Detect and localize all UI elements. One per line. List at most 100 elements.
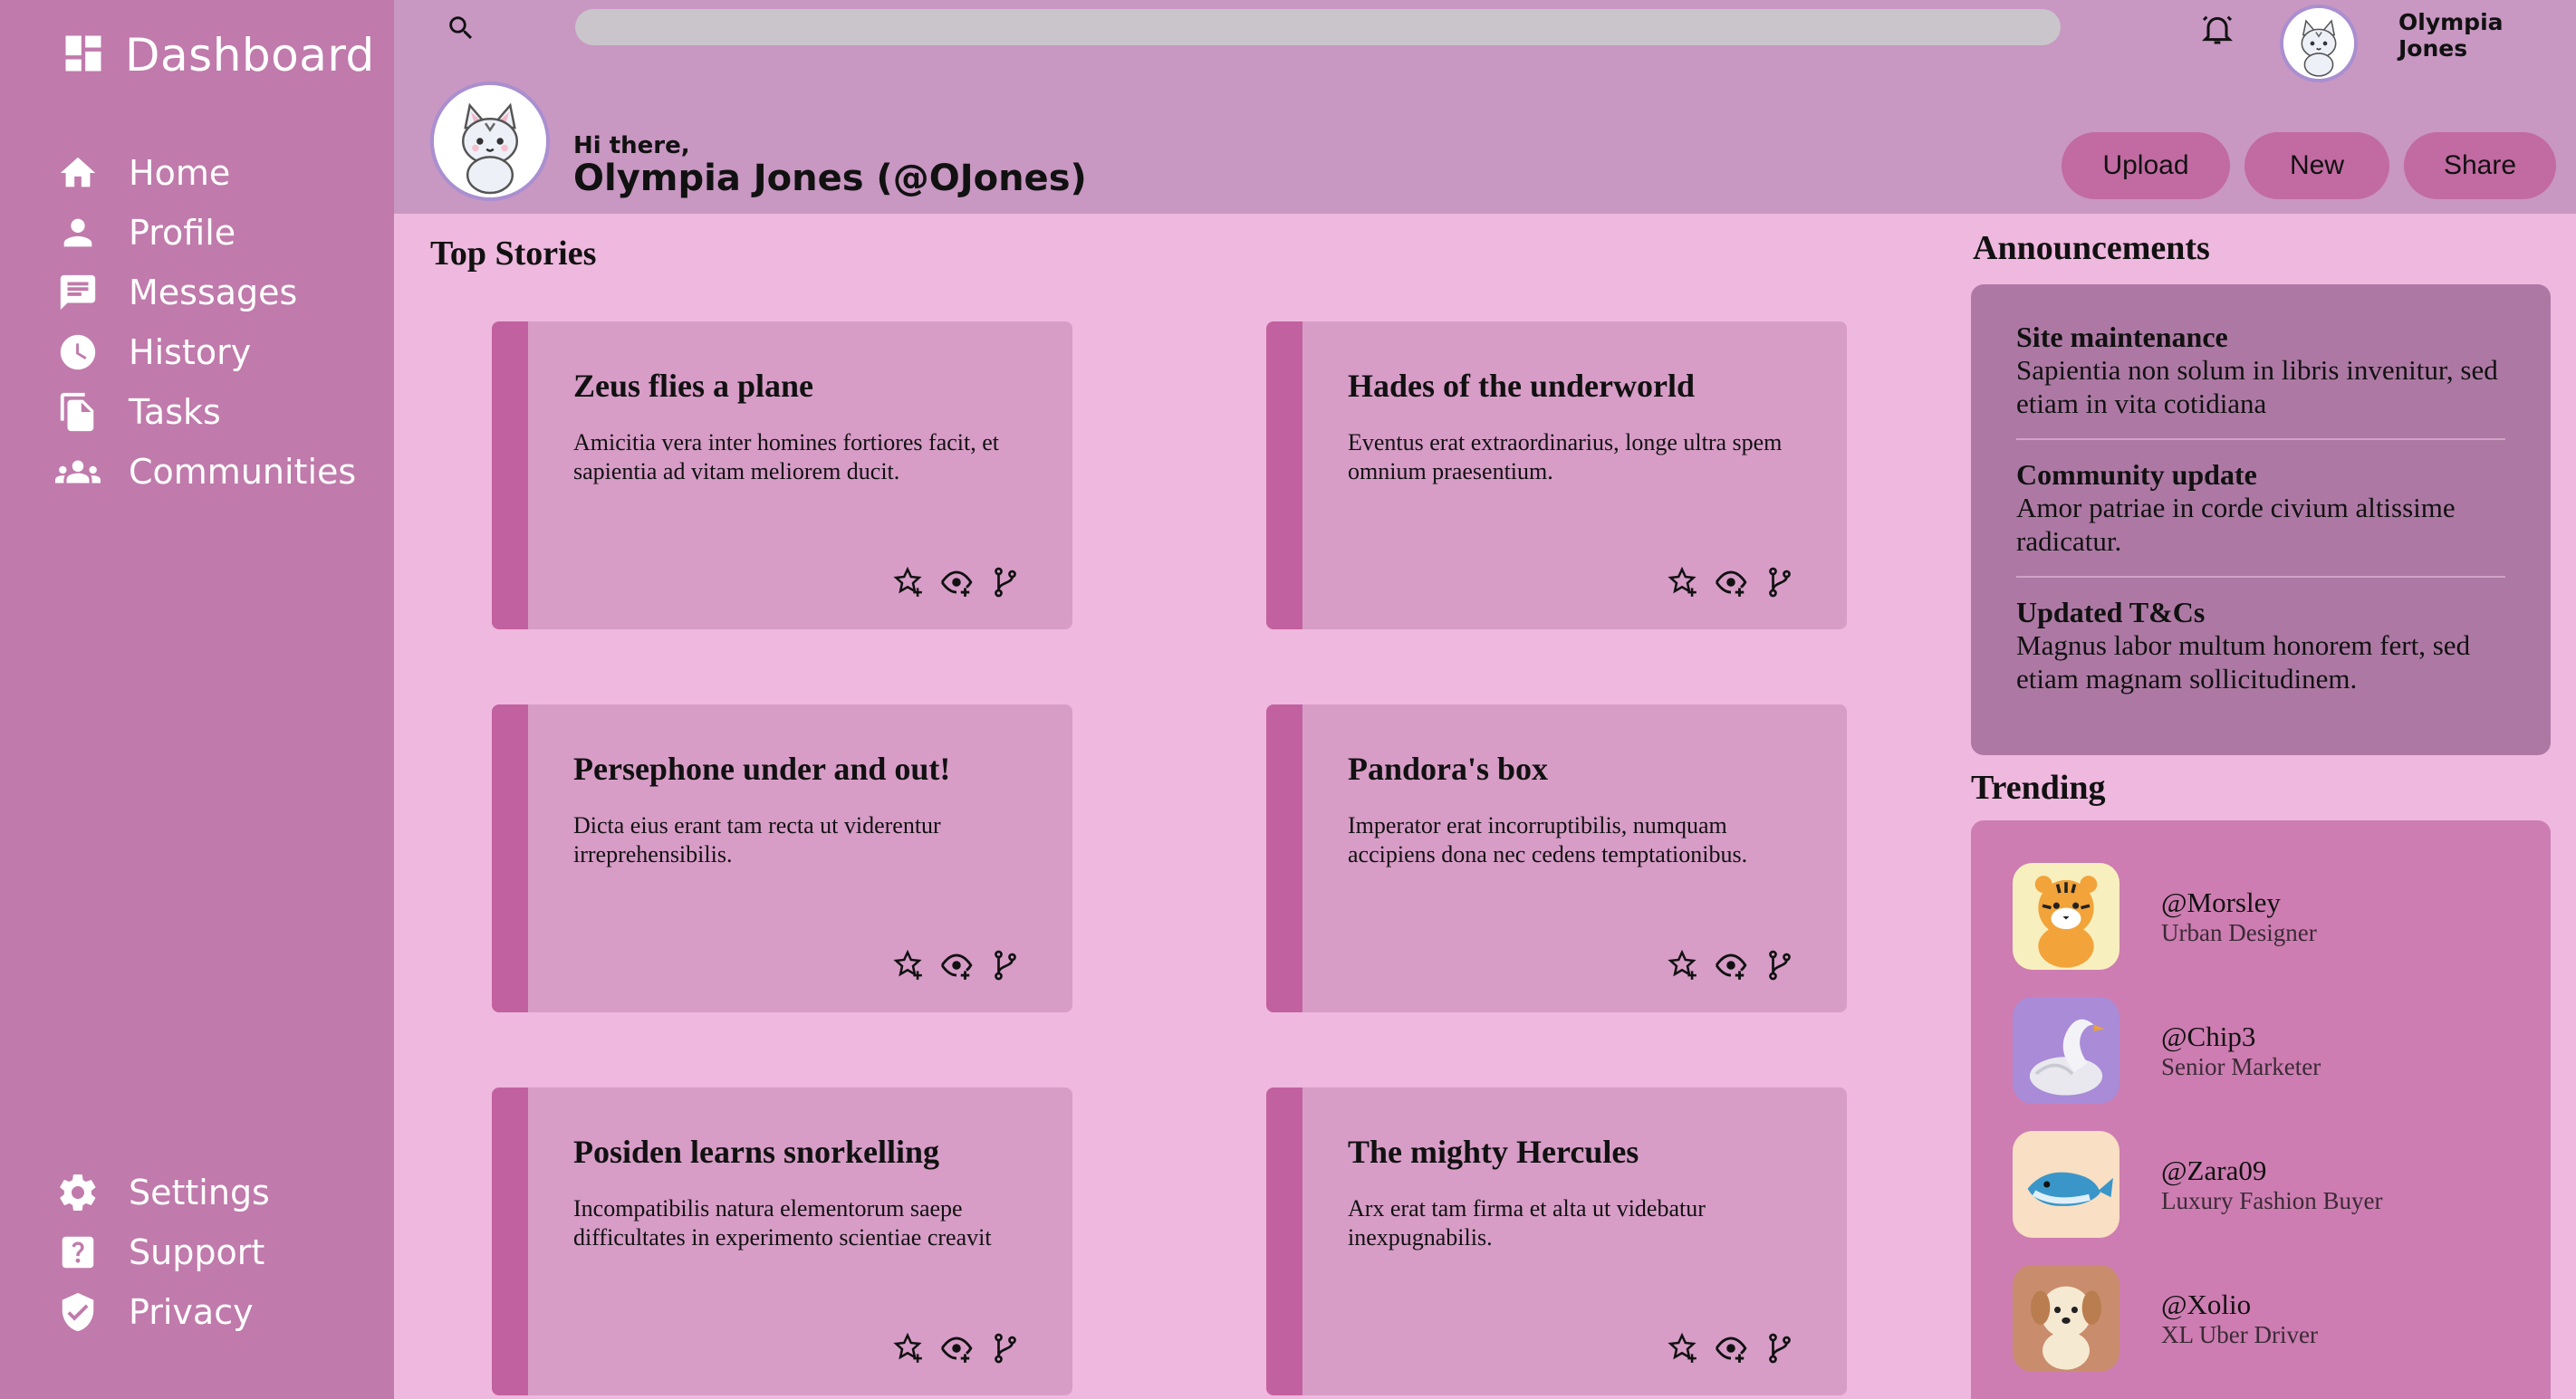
star-add-icon[interactable] xyxy=(888,562,928,602)
trending-handle: @Xolio xyxy=(2161,1288,2252,1320)
fork-icon[interactable] xyxy=(985,562,1025,602)
watch-icon[interactable] xyxy=(1711,562,1751,602)
trending-role: Senior Marketer xyxy=(2161,1052,2321,1080)
story-title: Persephone under and out! xyxy=(573,751,951,787)
header-actions: Upload New Share xyxy=(2062,132,2556,199)
announcement-heading: Updated T&Cs xyxy=(2016,596,2206,628)
trending-user[interactable]: @Chip3 Senior Marketer xyxy=(2013,983,2509,1117)
person-icon xyxy=(54,209,101,256)
sidebar-item-settings[interactable]: Settings xyxy=(54,1163,270,1222)
star-add-icon[interactable] xyxy=(1662,945,1702,985)
announcement-body: Sapientia non solum in libris invenitur,… xyxy=(2016,354,2498,419)
trending-user[interactable]: @Zara09 Luxury Fashion Buyer xyxy=(2013,1117,2509,1251)
story-title: The mighty Hercules xyxy=(1348,1134,1639,1170)
sidebar-item-tasks[interactable]: Tasks xyxy=(54,382,356,442)
story-body: Incompatibilis natura elementorum saepe … xyxy=(573,1195,992,1250)
story-card[interactable]: Posiden learns snorkelling Incompatibili… xyxy=(492,1088,1072,1395)
profile-avatar[interactable] xyxy=(430,81,550,201)
story-actions xyxy=(1662,1328,1800,1368)
story-card[interactable]: The mighty Hercules Arx erat tam firma e… xyxy=(1266,1088,1847,1395)
announcement-item[interactable]: Updated T&Cs Magnus labor multum honorem… xyxy=(2016,596,2505,714)
trending-user[interactable]: @Xolio XL Uber Driver xyxy=(2013,1251,2509,1385)
trending-role: XL Uber Driver xyxy=(2161,1320,2318,1348)
user-avatar[interactable] xyxy=(2280,5,2358,82)
fork-icon[interactable] xyxy=(1760,562,1800,602)
secondary-nav: Settings Support Privacy xyxy=(54,1163,270,1342)
card-accent xyxy=(1266,1088,1302,1395)
sidebar-item-history[interactable]: History xyxy=(54,322,356,382)
story-title: Posiden learns snorkelling xyxy=(573,1134,940,1170)
sidebar-item-support[interactable]: Support xyxy=(54,1222,270,1282)
watch-icon[interactable] xyxy=(1711,1328,1751,1368)
message-icon xyxy=(54,269,101,316)
sidebar-item-label: Privacy xyxy=(129,1292,254,1332)
story-actions xyxy=(888,562,1025,602)
sidebar-item-label: Home xyxy=(129,153,231,193)
story-body: Imperator erat incorruptibilis, numquam … xyxy=(1348,812,1748,867)
sidebar-item-communities[interactable]: Communities xyxy=(54,442,356,502)
story-title: Zeus flies a plane xyxy=(573,368,814,404)
sidebar-item-label: Messages xyxy=(129,273,298,312)
home-icon xyxy=(54,149,101,196)
trending-user-info: @Morsley Urban Designer xyxy=(2161,886,2317,947)
sidebar-item-home[interactable]: Home xyxy=(54,143,356,203)
story-body: Amicitia vera inter homines fortiores fa… xyxy=(573,429,999,484)
story-card[interactable]: Pandora's box Imperator erat incorruptib… xyxy=(1266,704,1847,1012)
trending-user[interactable]: @Morsley Urban Designer xyxy=(2013,849,2509,983)
share-button[interactable]: Share xyxy=(2404,132,2556,199)
watch-icon[interactable] xyxy=(1711,945,1751,985)
brand[interactable]: Dashboard xyxy=(60,29,375,81)
documents-icon xyxy=(54,388,101,436)
bell-icon[interactable] xyxy=(2199,9,2235,53)
user-name[interactable]: Olympia Jones xyxy=(2398,9,2576,62)
story-card[interactable]: Persephone under and out! Dicta eius era… xyxy=(492,704,1072,1012)
announcements-title: Announcements xyxy=(1973,229,2210,267)
story-actions xyxy=(888,1328,1025,1368)
card-accent xyxy=(492,704,528,1012)
watch-icon[interactable] xyxy=(937,945,976,985)
story-actions xyxy=(1662,562,1800,602)
card-accent xyxy=(492,1088,528,1395)
sidebar-item-label: Support xyxy=(129,1232,265,1272)
star-add-icon[interactable] xyxy=(888,1328,928,1368)
announcement-heading: Community update xyxy=(2016,458,2257,491)
whale-avatar xyxy=(2013,1131,2119,1238)
trending-title: Trending xyxy=(1971,769,2106,807)
story-title: Pandora's box xyxy=(1348,751,1549,787)
star-add-icon[interactable] xyxy=(888,945,928,985)
sidebar-item-label: Tasks xyxy=(129,392,221,432)
announcement-item[interactable]: Site maintenance Sapientia non solum in … xyxy=(2016,321,2505,440)
star-add-icon[interactable] xyxy=(1662,562,1702,602)
story-card[interactable]: Zeus flies a plane Amicitia vera inter h… xyxy=(492,321,1072,629)
watch-icon[interactable] xyxy=(937,1328,976,1368)
trending-panel: @Morsley Urban Designer @Chip3 Senior Ma… xyxy=(1971,820,2551,1399)
upload-button[interactable]: Upload xyxy=(2062,132,2230,199)
watch-icon[interactable] xyxy=(937,562,976,602)
story-title: Hades of the underworld xyxy=(1348,368,1696,404)
sidebar-item-label: Communities xyxy=(129,452,357,492)
fork-icon[interactable] xyxy=(985,1328,1025,1368)
fork-icon[interactable] xyxy=(985,945,1025,985)
new-button[interactable]: New xyxy=(2244,132,2389,199)
sidebar-item-privacy[interactable]: Privacy xyxy=(54,1282,270,1342)
announcement-item[interactable]: Community update Amor patriae in corde c… xyxy=(2016,458,2505,578)
star-add-icon[interactable] xyxy=(1662,1328,1702,1368)
card-accent xyxy=(1266,704,1302,1012)
fork-icon[interactable] xyxy=(1760,1328,1800,1368)
top-stories-title: Top Stories xyxy=(430,235,597,273)
search-icon[interactable] xyxy=(446,13,476,47)
trending-role: Urban Designer xyxy=(2161,918,2317,946)
search-input[interactable] xyxy=(575,9,2061,45)
tiger-avatar xyxy=(2013,863,2119,970)
story-actions xyxy=(888,945,1025,985)
brand-title: Dashboard xyxy=(125,29,375,81)
greeting: Hi there, xyxy=(573,132,690,159)
main-nav: Home Profile Messages History Tasks Comm… xyxy=(54,143,356,502)
story-card[interactable]: Hades of the underworld Eventus erat ext… xyxy=(1266,321,1847,629)
sidebar-item-profile[interactable]: Profile xyxy=(54,203,356,263)
trending-handle: @Zara09 xyxy=(2161,1154,2267,1186)
sidebar-item-label: Profile xyxy=(129,213,236,253)
trending-handle: @Chip3 xyxy=(2161,1020,2256,1052)
fork-icon[interactable] xyxy=(1760,945,1800,985)
sidebar-item-messages[interactable]: Messages xyxy=(54,263,356,322)
